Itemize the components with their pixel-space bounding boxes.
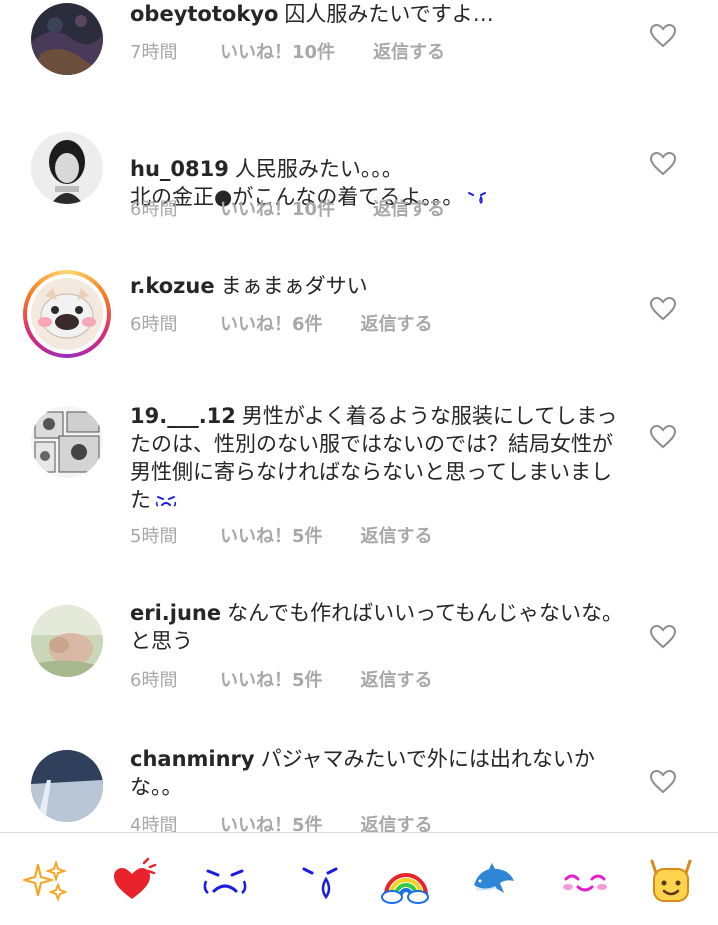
tearful-face-icon (467, 184, 487, 212)
avatar[interactable] (31, 132, 103, 204)
comment-time[interactable]: 6時間 (130, 310, 220, 336)
reply-button[interactable]: 返信する (361, 666, 433, 692)
comment-username[interactable]: obeytotokyo (130, 2, 278, 26)
smiling-face-emoji-icon[interactable] (560, 857, 610, 905)
avatar[interactable] (31, 750, 103, 822)
comment-body: chanminry パジャマみたいで外には出れないかな。。 (130, 745, 630, 801)
comment-username[interactable]: 19.___.12 (130, 404, 236, 428)
comment-meta: 6時間 いいね！6件 返信する (130, 308, 433, 338)
emoji-bar (0, 832, 718, 925)
comment-body: obeytotokyo 囚人服みたいですよ… (130, 0, 630, 28)
reply-button[interactable]: 返信する (361, 522, 433, 548)
comment-time[interactable]: 6時間 (130, 666, 220, 692)
rainbow-emoji-icon[interactable] (380, 857, 430, 905)
comment-item: eri.june なんでも作ればいいってもんじゃないな。と思う 6時間 いいね！5… (0, 598, 718, 708)
comment-username[interactable]: hu_0819 (130, 157, 229, 181)
comment-list: obeytotokyo 囚人服みたいですよ… 7時間 いいね！10件 返信する h… (0, 0, 718, 832)
cheering-face-emoji-icon[interactable] (646, 857, 696, 905)
sparkles-emoji-icon[interactable] (20, 857, 70, 905)
comment-body: r.kozue まぁまぁダサい (130, 272, 630, 300)
comment-item: obeytotokyo 囚人服みたいですよ… 7時間 いいね！10件 返信する (0, 0, 718, 100)
heart-icon[interactable] (649, 151, 677, 176)
comment-item: hu_0819 人民服みたい。。。 北の金正●がこんなの着てるよ。。。 6時間 い… (0, 127, 718, 237)
reply-button[interactable]: 返信する (361, 310, 433, 336)
comment-likes[interactable]: いいね！10件 (220, 195, 335, 221)
comment-meta: 5時間 いいね！5件 返信する (130, 520, 433, 550)
comment-likes[interactable]: いいね！5件 (220, 522, 323, 548)
comment-body: 19.___.12 男性がよく着るような服装にしてしまったのは、性別のない服ではな… (130, 402, 630, 515)
comment-username[interactable]: eri.june (130, 601, 221, 625)
reply-button[interactable]: 返信する (361, 811, 433, 832)
heart-icon[interactable] (649, 23, 677, 48)
comment-time[interactable]: 7時間 (130, 38, 220, 64)
comment-likes[interactable]: いいね！10件 (220, 38, 335, 64)
comment-meta: 6時間 いいね！10件 返信する (130, 193, 445, 223)
reply-button[interactable]: 返信する (373, 38, 445, 64)
heart-icon[interactable] (649, 624, 677, 649)
dolphin-emoji-icon[interactable] (468, 857, 518, 905)
comment-time[interactable]: 4時間 (130, 811, 220, 832)
heart-emoji-icon[interactable] (108, 857, 158, 905)
comment-body: eri.june なんでも作ればいいってもんじゃないな。と思う (130, 599, 630, 655)
reply-button[interactable]: 返信する (373, 195, 445, 221)
heart-icon[interactable] (649, 769, 677, 794)
comment-likes[interactable]: いいね！6件 (220, 310, 323, 336)
crying-face-icon (155, 487, 177, 515)
avatar[interactable] (27, 274, 107, 354)
comment-item: 19.___.12 男性がよく着るような服装にしてしまったのは、性別のない服ではな… (0, 398, 718, 558)
crying-face-emoji-icon[interactable] (200, 857, 250, 905)
comment-likes[interactable]: いいね！5件 (220, 811, 323, 832)
comment-text: 囚人服みたいですよ… (284, 2, 494, 26)
comment-username[interactable]: chanminry (130, 747, 255, 771)
comment-item: chanminry パジャマみたいで外には出れないかな。。 4時間 いいね！5件 … (0, 743, 718, 832)
avatar[interactable] (31, 3, 103, 75)
heart-icon[interactable] (649, 296, 677, 321)
comment-meta: 7時間 いいね！10件 返信する (130, 36, 445, 66)
comment-username[interactable]: r.kozue (130, 274, 215, 298)
comment-meta: 6時間 いいね！5件 返信する (130, 664, 433, 694)
comment-text: まぁまぁダサい (220, 274, 368, 298)
avatar-story-ring[interactable] (23, 270, 111, 358)
heart-icon[interactable] (649, 424, 677, 449)
avatar[interactable] (31, 605, 103, 677)
tearful-face-emoji-icon[interactable] (296, 857, 346, 905)
comment-time[interactable]: 5時間 (130, 522, 220, 548)
comment-likes[interactable]: いいね！5件 (220, 666, 323, 692)
comment-meta: 4時間 いいね！5件 返信する (130, 809, 433, 832)
comment-item: r.kozue まぁまぁダサい 6時間 いいね！6件 返信する (0, 270, 718, 370)
comment-time[interactable]: 6時間 (130, 195, 220, 221)
avatar[interactable] (31, 406, 103, 478)
